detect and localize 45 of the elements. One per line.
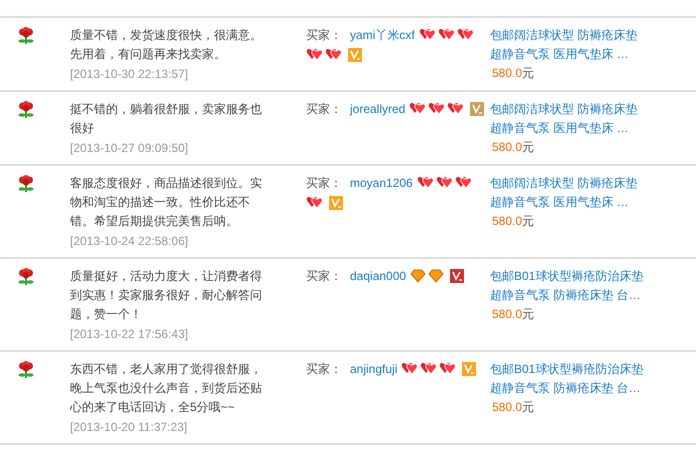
product-link[interactable]: 包邮阔洁球状型 防褥疮床垫 <box>490 174 660 193</box>
buyer-link[interactable]: moyan1206 <box>350 174 413 192</box>
product-link[interactable]: 超静音气泵 医用气垫床 … <box>490 193 660 212</box>
buyer-label: 买家： <box>306 27 342 44</box>
review-time: [2013-10-22 17:56:43] <box>70 326 190 343</box>
review-time: [2013-10-20 11:37:23] <box>70 419 188 436</box>
buyer-link[interactable]: yami丫米cxf <box>350 26 415 44</box>
buyer-label: 买家： <box>306 101 342 118</box>
review-comment: 质量挺好，活动力度大，让消费者得到实惠！卖家服务很好，耐心解答问题，赞一个！ <box>70 268 263 323</box>
review-time: [2013-10-27 09:09:50] <box>70 140 190 157</box>
price: 580.0 <box>492 399 522 416</box>
flower-icon <box>18 268 34 286</box>
buyer-label: 买家： <box>306 361 342 378</box>
flower-icon <box>18 175 34 193</box>
buyer-label: 买家： <box>306 175 342 192</box>
flower-icon <box>18 27 34 45</box>
buyer-label: 买家： <box>306 268 342 285</box>
flower-icon <box>18 101 34 119</box>
flower-icon <box>18 361 34 379</box>
buyer-link[interactable]: anjingfuji <box>350 360 398 378</box>
currency: 元 <box>522 139 534 156</box>
review-time: [2013-10-24 22:58:06] <box>70 233 190 250</box>
price: 580.0 <box>492 65 522 82</box>
review-comment: 挺不错的，躺着很舒服，卖家服务也很好 <box>70 101 263 137</box>
review-time: [2013-10-30 22:13:57] <box>70 66 190 83</box>
review-comment: 质量不错，发货速度很快，很满意。先用着，有问题再来找卖家。 <box>70 27 263 63</box>
product-link[interactable]: 包邮阔洁球状型 防褥疮床垫 <box>490 100 660 119</box>
review-comment: 东西不错，老人家用了觉得很舒服，晚上气泵也没什么声音，到货后还贴心的来了电话回访，全5分哦~~ <box>70 361 263 416</box>
currency: 元 <box>522 306 534 323</box>
price: 580.0 <box>492 213 522 230</box>
product-link[interactable]: 包邮阔洁球状型 防褥疮床垫 <box>490 26 660 45</box>
product-link[interactable]: 包邮B01球状型褥疮防治床垫 <box>490 267 660 286</box>
currency: 元 <box>522 65 534 82</box>
buyer-link[interactable]: joreallyred <box>350 100 406 118</box>
product-link[interactable]: 超静音气泵 医用气垫床 … <box>490 45 660 64</box>
price: 580.0 <box>492 139 522 156</box>
currency: 元 <box>522 399 534 416</box>
product-link[interactable]: 超静音气泵 医用气垫床 … <box>490 119 660 138</box>
buyer-link[interactable]: daqian000 <box>350 267 406 285</box>
price: 580.0 <box>492 306 522 323</box>
product-link[interactable]: 包邮B01球状型褥疮防治床垫 <box>490 360 660 379</box>
product-link[interactable]: 超静音气泵 防褥疮床垫 台… <box>490 379 660 398</box>
review-comment: 客服态度很好，商品描述很到位。实物和淘宝的描述一致。性价比还不错。希望后期提供完美售后呐。 <box>70 175 263 230</box>
product-link[interactable]: 超静音气泵 防褥疮床垫 台… <box>490 286 660 305</box>
currency: 元 <box>522 213 534 230</box>
